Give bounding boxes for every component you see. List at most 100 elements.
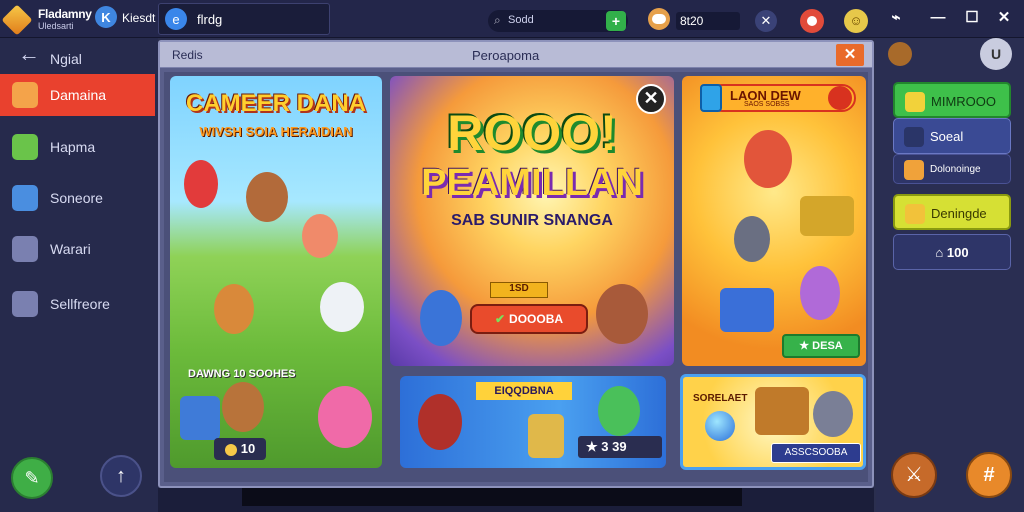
- stack-icon: [12, 236, 38, 262]
- coin-icon: [224, 443, 237, 456]
- sword-button[interactable]: ⚔: [891, 452, 937, 498]
- grid-menu-button[interactable]: #: [966, 452, 1012, 498]
- shop-label: SORELAET: [693, 393, 748, 404]
- maximize-button[interactable]: ☐: [962, 8, 982, 28]
- coin-count: 10: [240, 441, 256, 456]
- lock-button[interactable]: U: [980, 38, 1012, 70]
- card-subtitle: WIVSH SOIA HERAIDIAN: [199, 124, 353, 139]
- app-icon: e: [165, 8, 187, 30]
- sidebar: ← Ngial Damaina Hapma Soneore Warari Sel…: [0, 38, 158, 512]
- search-box[interactable]: e flrdg: [158, 3, 330, 35]
- event-header-subtitle: SAOS SOBSS: [744, 101, 790, 108]
- modal-header-left: Redis: [172, 48, 203, 62]
- dog-character-icon: [246, 172, 288, 222]
- sidebar-item-damaina[interactable]: Damaina: [0, 74, 155, 116]
- minimize-button[interactable]: —: [928, 8, 948, 28]
- right-button-label: MIMROOO: [931, 94, 996, 109]
- gold-bar-icon: 1SD: [490, 282, 548, 298]
- modal-close-button[interactable]: ✕: [836, 44, 864, 66]
- promo-card-event[interactable]: LAON DEW SAOS SOBSS ★ DESA: [682, 76, 866, 366]
- brand-title: Fladamny: [38, 7, 92, 21]
- bottom-strip: [158, 488, 874, 512]
- search-pill[interactable]: ⌕ Sodd +: [488, 10, 628, 32]
- promo-card-game[interactable]: CAMEER DANA WIVSH SOIA HERAIDIAN DAWNG 1…: [170, 76, 382, 468]
- chart-screen-icon: [720, 288, 774, 332]
- chest-icon: [180, 396, 220, 440]
- cat-character-icon: [214, 284, 254, 334]
- currency-counter: 8t20: [676, 12, 740, 30]
- page-icon: [12, 291, 38, 317]
- sidebar-item-soneore[interactable]: Soneore: [0, 177, 155, 219]
- sidebar-back-label: Ngial: [50, 51, 82, 67]
- shop-action-button[interactable]: ASSCSOOBA: [771, 443, 861, 463]
- pet-avatar-icon[interactable]: [888, 42, 912, 66]
- red-gem-icon: [828, 86, 852, 110]
- emoji-icon[interactable]: ☺: [844, 9, 868, 33]
- gem-icon: [1, 4, 33, 36]
- promo-card-shop[interactable]: SORELAET ASSCSOOBA: [680, 374, 866, 470]
- globe-icon: [705, 411, 735, 441]
- event-action-button[interactable]: ★ DESA: [782, 334, 860, 358]
- card-label: DAWNG 10 SOOHES: [188, 368, 296, 380]
- right-button-3[interactable]: Dolonoinge: [893, 154, 1011, 184]
- promo-modal: Redis Peroapoma ✕ CAMEER DANA WIVSH SOIA…: [158, 40, 874, 488]
- card-title: CAMEER DANA: [186, 90, 366, 117]
- sidebar-item-label: Soneore: [50, 190, 103, 206]
- treasure-icon: [800, 196, 854, 236]
- featured-subtitle: SAB SUNIR SNANGA: [451, 212, 613, 229]
- search-value: flrdg: [197, 12, 223, 27]
- modal-header: Redis Peroapoma ✕: [160, 42, 872, 68]
- cubes-icon: [12, 134, 38, 160]
- right-panel: U MIMROOO Soeal Dolonoinge Deningde ⌂ 10…: [876, 38, 1024, 512]
- star-icon: ★: [586, 439, 602, 454]
- robot-character-icon: [320, 282, 364, 332]
- right-button-4[interactable]: Deningde: [893, 194, 1011, 230]
- close-badge-button[interactable]: ✕: [755, 10, 777, 32]
- right-button-2[interactable]: Soeal: [893, 118, 1011, 154]
- gamepad-icon[interactable]: ⌁: [886, 8, 906, 28]
- leaf-action-button[interactable]: ✎: [11, 457, 53, 499]
- chest-icon: [904, 160, 924, 180]
- add-button[interactable]: +: [606, 11, 626, 31]
- right-button-label: 100: [946, 245, 969, 260]
- event-action-label: DESA: [812, 340, 843, 352]
- k-logo-icon: K: [95, 6, 117, 28]
- top-bar: Fladamny Uledsarti K Kiesdt e flrdg ⌕ So…: [0, 0, 1024, 38]
- bear-character-icon: [596, 284, 648, 344]
- promo-card-featured[interactable]: ROOO! PEAMILLAN SAB SUNIR SNANGA 1SD ✔ DO…: [390, 76, 674, 366]
- bottom-bar: [242, 488, 742, 506]
- card-close-button[interactable]: ✕: [636, 84, 666, 114]
- record-icon[interactable]: [800, 9, 824, 33]
- coin-badge: 10: [214, 438, 266, 460]
- purple-character-icon: [800, 266, 840, 320]
- right-button-label: Dolonoinge: [930, 164, 981, 175]
- featured-title-2: PEAMILLAN: [421, 162, 643, 204]
- star-icon: [905, 204, 925, 224]
- right-button-1[interactable]: MIMROOO: [893, 82, 1011, 118]
- right-button-5[interactable]: ⌂ 100: [893, 234, 1011, 270]
- modal-body: CAMEER DANA WIVSH SOIA HERAIDIAN DAWNG 1…: [164, 72, 868, 482]
- raccoon-character-icon: [813, 391, 853, 437]
- cursor-icon: [904, 127, 924, 147]
- sidebar-item-hapma[interactable]: Hapma: [0, 126, 155, 168]
- box-character-icon: [528, 414, 564, 458]
- brand-subtitle: Uledsarti: [38, 21, 74, 31]
- window-close-button[interactable]: ✕: [994, 8, 1014, 28]
- featured-action-button[interactable]: ✔ DOOOBA: [470, 304, 588, 334]
- pet-avatar-icon[interactable]: [648, 8, 670, 30]
- shop-stall-icon: [755, 387, 809, 435]
- raccoon-character-icon: [734, 216, 770, 262]
- battle-label: EIQQDBNA: [476, 382, 572, 400]
- brand-logo[interactable]: Fladamny Uledsarti: [1, 4, 92, 36]
- green-character-icon: [598, 386, 640, 436]
- battle-score-value: 3 39: [601, 439, 627, 454]
- secondary-brand-label: Kiesdt: [122, 11, 156, 25]
- battle-score: ★ 3 39: [578, 436, 662, 458]
- sidebar-item-warari[interactable]: Warari: [0, 228, 155, 270]
- arrow-left-icon: ←: [18, 41, 40, 66]
- pink-character-icon: [318, 386, 372, 448]
- sidebar-item-sellfreore[interactable]: Sellfreore: [0, 283, 155, 325]
- arrow-up-button[interactable]: ↑: [100, 455, 142, 497]
- sidebar-item-label: Hapma: [50, 139, 96, 155]
- promo-card-battle[interactable]: EIQQDBNA ★ 3 39: [400, 376, 666, 468]
